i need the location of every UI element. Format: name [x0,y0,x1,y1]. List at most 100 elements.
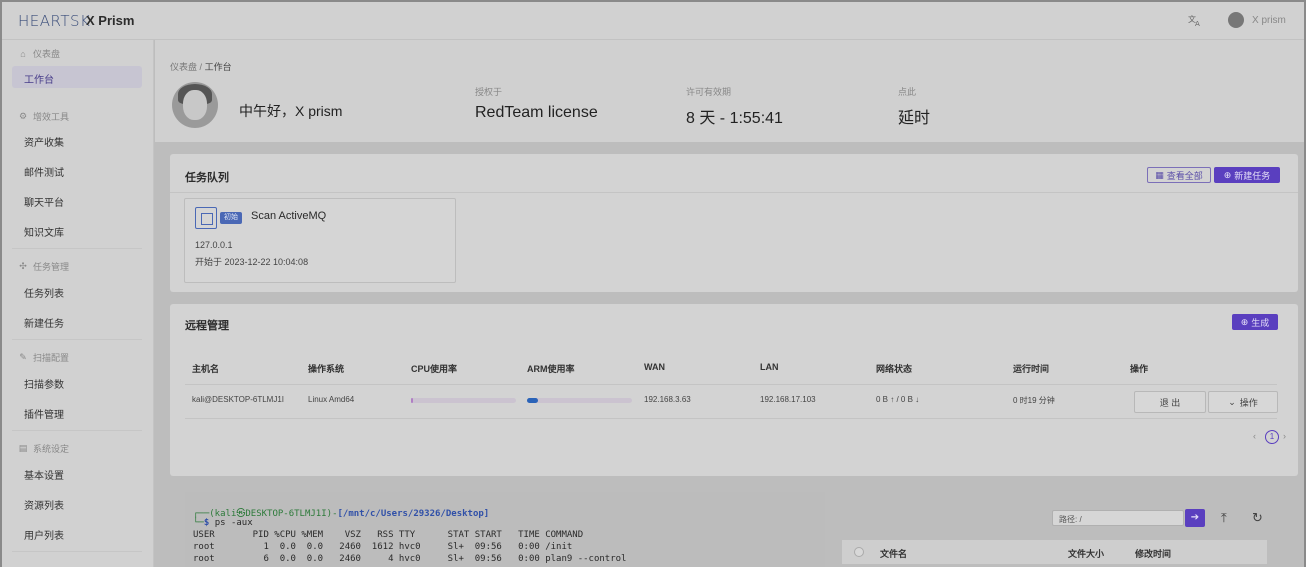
sidebar-divider [12,339,142,340]
task-start-time: 开始于 2023-12-22 10:04:08 [195,257,309,267]
file-browser-panel: 路径: / ➔ ⤒ ↻ 文件名 文件大小 修改时间 [840,492,1280,567]
sidebar-item-task-list[interactable]: 任务列表 [24,285,64,300]
path-value: / [1079,515,1082,524]
sidebar-group-dashboard: ⌂ 仪表盘 [18,47,60,60]
operations-dropdown[interactable]: ⌄ 操作 [1208,391,1278,413]
app-window: HEARTSK X Prism 文A X prism ⌂ 仪表盘 工作台 ⚙ 增… [2,2,1304,567]
upload-icon[interactable]: ⤒ [1221,510,1227,526]
breadcrumb-root[interactable]: 仪表盘 [170,62,197,72]
cpu-usage-fill [411,398,414,403]
sidebar-group-tasks: ✣ 任务管理 [18,260,69,273]
sidebar-group-label: 增效工具 [33,112,70,122]
sidebar-item-plugin-mgmt[interactable]: 插件管理 [24,406,64,421]
task-queue-title: 任务队列 [185,172,229,184]
gear-icon: ⚙ [18,111,28,121]
new-task-button[interactable]: ⊕ 新建任务 [1214,167,1280,183]
sidebar-item-mail-test[interactable]: 邮件测试 [24,164,64,179]
exit-button[interactable]: 退 出 [1134,391,1206,413]
file-name-column[interactable]: 文件名 [880,547,907,560]
sidebar-group-label: 扫描配置 [33,353,70,363]
cell-network-status: 0 B ↑ / 0 B ↓ [876,395,920,404]
file-mtime-column[interactable]: 修改时间 [1135,547,1171,560]
translate-icon[interactable]: 文A [1188,13,1202,28]
plus-circle-icon: ⊕ [1240,316,1249,327]
file-table-header: 文件名 文件大小 修改时间 [842,540,1267,564]
sidebar-divider [12,430,142,431]
sidebar-item-knowledge[interactable]: 知识文库 [24,224,64,239]
column-header[interactable]: WAN [644,362,665,372]
sidebar-item-user-list[interactable]: 用户列表 [24,527,64,542]
sidebar-item-asset-collect[interactable]: 资产收集 [24,134,64,149]
column-header[interactable]: 网络状态 [876,362,912,375]
cell-uptime: 0 时19 分钟 [1013,396,1055,405]
latency-value[interactable]: 延时 [898,104,930,128]
sidebar-item-new-task[interactable]: 新建任务 [24,315,64,330]
generate-label: 生成 [1251,317,1270,328]
path-label: 路径: [1059,515,1078,524]
table-divider [185,384,1277,385]
svg-text:A: A [1195,20,1200,27]
terminal-output-line: root 6 0.0 0.0 2460 4 hvc0 Sl+ 09:56 0:0… [193,554,627,564]
operations-label: 操作 [1239,397,1258,408]
path-input[interactable]: 路径: / [1052,510,1184,526]
column-header[interactable]: 运行时间 [1013,362,1049,375]
exit-label: 退 出 [1159,397,1181,408]
page-current[interactable]: 1 [1265,430,1279,444]
grid-icon: ▦ [1155,169,1164,180]
sidebar-group-tools: ⚙ 增效工具 [18,110,69,123]
prev-page-button[interactable]: ‹ [1253,431,1256,441]
select-all-checkbox[interactable] [854,547,864,557]
greeting: 中午好，X prism [239,103,343,119]
terminal-output-line: root 1 0.0 0.0 2460 1612 hvc0 Sl+ 09:56 … [193,542,573,552]
go-button[interactable]: ➔ [1185,509,1205,527]
task-queue-card: 任务队列 ▦ 查看全部 ⊕ 新建任务 初始 Scan ActiveMQ 127.… [170,154,1298,292]
next-page-button[interactable]: › [1283,431,1286,441]
generate-button[interactable]: ⊕ 生成 [1232,314,1278,330]
plus-circle-icon: ⊕ [1223,169,1232,180]
view-all-label: 查看全部 [1166,170,1203,181]
sidebar-item-scan-params[interactable]: 扫描参数 [24,376,64,391]
column-header[interactable]: 操作系统 [308,362,344,375]
breadcrumb-separator: / [199,62,203,72]
sidebar-item-basic-settings[interactable]: 基本设置 [24,467,64,482]
license-value: RedTeam license [475,104,598,121]
user-avatar[interactable] [1228,12,1244,28]
settings-icon: ▤ [18,443,28,453]
user-name[interactable]: X prism [1252,15,1286,26]
app-title: X Prism [86,13,135,28]
cell-host: kali@DESKTOP-6TLMJ1I [192,395,284,404]
sidebar-divider [12,248,142,249]
sidebar-item-workbench[interactable]: 工作台 [12,66,142,88]
task-target-ip: 127.0.0.1 [195,240,233,250]
sidebar: ⌂ 仪表盘 工作台 ⚙ 增效工具 资产收集 邮件测试 聊天平台 知识文库 ✣ 任… [2,40,154,567]
terminal-panel[interactable]: ┌──(kali㉿DESKTOP-6TLMJ1I)-[/mnt/c/Users/… [185,492,825,567]
page-header: 仪表盘 / 工作台 中午好，X prism 授权于 RedTeam licens… [155,40,1304,142]
refresh-icon[interactable]: ↻ [1252,510,1263,526]
column-header[interactable]: CPU使用率 [411,362,457,375]
cell-wan: 192.168.3.63 [644,395,691,404]
remote-management-card: 远程管理 ⊕ 生成 主机名 操作系统 CPU使用率 ARM使用率 WAN LAN… [170,304,1298,476]
remote-management-title: 远程管理 [185,320,229,332]
column-header[interactable]: 主机名 [192,362,219,375]
cpu-chip-icon [195,207,217,229]
arrow-right-icon: ➔ [1190,512,1200,523]
validity-label: 许可有效期 [686,87,732,97]
sidebar-item-resource-list[interactable]: 资源列表 [24,497,64,512]
terminal-output-header: USER PID %CPU %MEM VSZ RSS TTY STAT STAR… [193,530,584,540]
sidebar-group-label: 仪表盘 [33,49,61,59]
breadcrumb-current: 工作台 [204,62,232,72]
column-header[interactable]: ARM使用率 [527,362,575,375]
sidebar-group-label: 系统设定 [33,444,70,454]
cpu-usage-bar [411,398,516,403]
latency-label: 点此 [898,87,917,97]
view-all-button[interactable]: ▦ 查看全部 [1147,167,1211,183]
cell-os: Linux Amd64 [308,395,355,404]
task-item[interactable]: 初始 Scan ActiveMQ 127.0.0.1 开始于 2023-12-2… [184,198,456,283]
file-size-column[interactable]: 文件大小 [1068,547,1104,560]
column-header: 操作 [1130,364,1149,374]
target-icon: ✣ [19,261,27,271]
ram-usage-fill [527,398,538,403]
column-header[interactable]: LAN [760,362,779,372]
sidebar-divider [12,551,142,552]
sidebar-item-chat-platform[interactable]: 聊天平台 [24,194,64,209]
